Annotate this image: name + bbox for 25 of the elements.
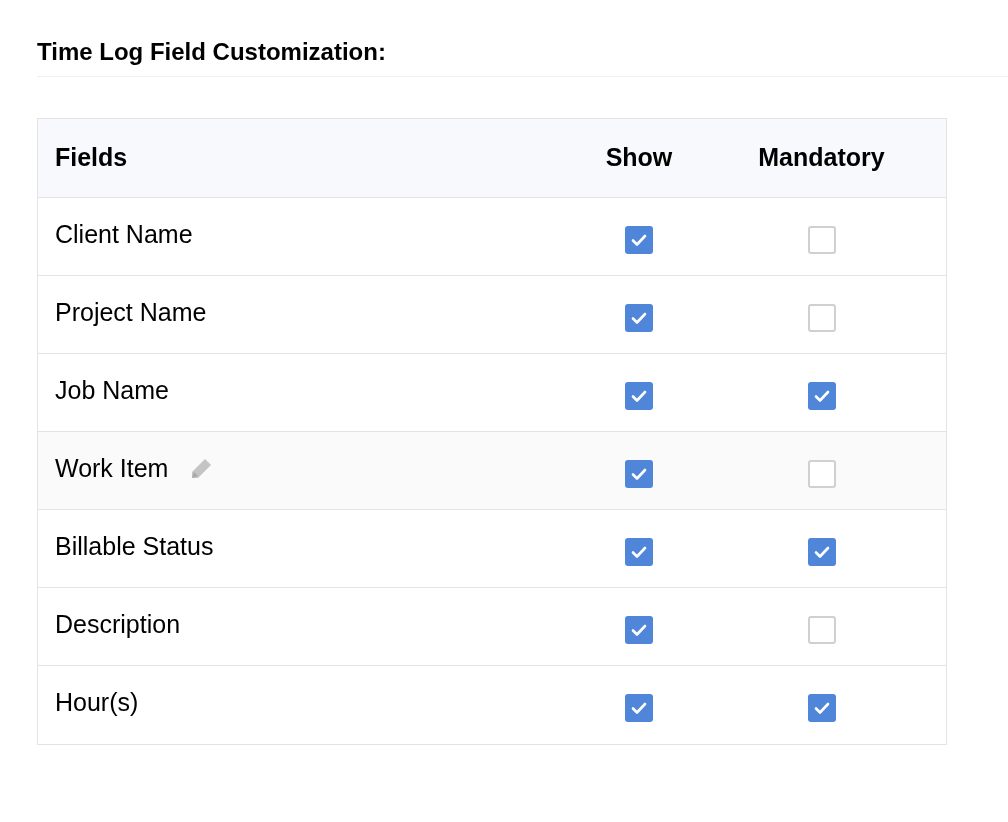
checkbox[interactable] <box>807 615 836 644</box>
checkbox[interactable] <box>625 615 653 644</box>
checkbox[interactable] <box>807 537 836 566</box>
checkbox[interactable] <box>625 459 653 488</box>
checkbox[interactable] <box>807 459 836 488</box>
column-header: Mandatory <box>758 142 885 174</box>
field-name: Project Name <box>55 296 207 328</box>
checkbox[interactable] <box>807 303 836 332</box>
checkbox[interactable] <box>807 694 836 722</box>
checkbox[interactable] <box>625 537 653 566</box>
checkbox[interactable] <box>807 381 836 410</box>
field-name: Client Name <box>55 218 193 250</box>
field-name: Hour(s) <box>55 687 139 719</box>
checkbox[interactable] <box>625 381 653 410</box>
checkbox[interactable] <box>625 694 653 722</box>
checkbox[interactable] <box>807 225 836 254</box>
column-header: Fields <box>55 143 128 172</box>
field-name: Description <box>55 608 181 640</box>
section-title: Time Log Field Customization: <box>37 37 386 67</box>
field-name: Work Item <box>55 452 169 484</box>
field-name: Billable Status <box>55 530 214 562</box>
column-header: Show <box>605 142 673 174</box>
checkbox[interactable] <box>625 303 653 332</box>
checkbox[interactable] <box>625 225 653 254</box>
field-name: Job Name <box>55 374 169 406</box>
